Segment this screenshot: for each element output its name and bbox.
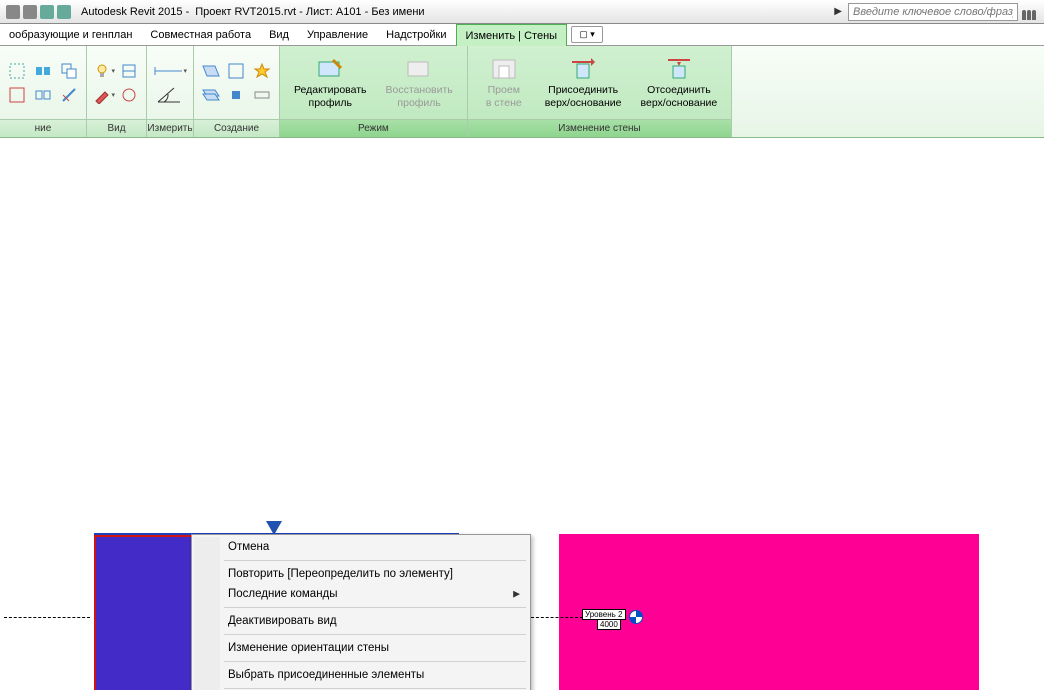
stack-icon[interactable] <box>200 84 222 106</box>
redo-icon[interactable] <box>57 5 71 19</box>
ribbon-panel-create: ние <box>0 46 87 137</box>
qat-icon[interactable] <box>23 5 37 19</box>
rib-icon[interactable] <box>118 60 140 82</box>
panel-title: Режим <box>280 119 467 137</box>
parallel-icon[interactable] <box>200 60 222 82</box>
ribbon-panel-create2: Создание <box>194 46 280 137</box>
lightbulb-icon[interactable]: ▾ <box>93 60 115 82</box>
context-menu: Отмена Повторить [Переопределить по элем… <box>191 534 531 690</box>
edit-profile-button[interactable]: Редактировать профиль <box>286 52 375 112</box>
undo-icon[interactable] <box>40 5 54 19</box>
cm-cancel[interactable]: Отмена <box>194 537 528 557</box>
title-bar: Autodesk Revit 2015 - Проект RVT2015.rvt… <box>0 0 1044 24</box>
rib-icon[interactable] <box>6 84 28 106</box>
tab-modify-walls[interactable]: Изменить | Стены <box>456 24 568 46</box>
tab-addins[interactable]: Надстройки <box>377 24 455 45</box>
panel-title: ние <box>0 119 86 137</box>
submenu-arrow-icon: ▶ <box>513 589 520 600</box>
rib-icon[interactable] <box>225 60 247 82</box>
panel-title: Измерить <box>147 119 193 137</box>
doc-name: Проект RVT2015.rvt - Лист: A101 - Без им… <box>195 6 424 18</box>
rib-icon[interactable] <box>32 60 54 82</box>
level-2-value[interactable]: 4000 <box>597 619 621 630</box>
cm-label: Последние команды <box>228 588 338 600</box>
level-marker-icon[interactable] <box>629 610 643 624</box>
drawing-canvas[interactable]: Уровень 2 4000 Уровень 1 2 Южный 1 : 100… <box>0 140 1044 690</box>
tab-collaborate[interactable]: Совместная работа <box>141 24 260 45</box>
ribbon-toggle[interactable]: ▢ ▾ <box>571 26 603 43</box>
rib-icon[interactable] <box>6 60 28 82</box>
rib-icon[interactable] <box>32 84 54 106</box>
edit-profile-icon <box>315 56 345 82</box>
reset-profile-button: Восстановить профиль <box>378 52 461 112</box>
cm-recent-commands[interactable]: Последние команды ▶ <box>194 584 528 604</box>
app-name: Autodesk Revit 2015 - <box>81 6 189 18</box>
btn-label: Проем в стене <box>486 84 522 108</box>
ribbon: ние ▾ ▾ Вид ▾ Измерить <box>0 46 1044 138</box>
cm-select-joined[interactable]: Выбрать присоединенные элементы <box>194 665 528 685</box>
title-arrow-icon: ▶ <box>834 6 842 17</box>
tab-view[interactable]: Вид <box>260 24 298 45</box>
rib-icon[interactable] <box>225 84 247 106</box>
search-input[interactable] <box>848 3 1018 21</box>
btn-label: Редактировать профиль <box>294 84 367 108</box>
rib-icon[interactable] <box>251 84 273 106</box>
ribbon-panel-mode: Редактировать профиль Восстановить профи… <box>280 46 468 137</box>
detach-icon <box>664 56 694 82</box>
star-icon[interactable] <box>251 60 273 82</box>
cm-deactivate-view[interactable]: Деактивировать вид <box>194 611 528 631</box>
menu-bar: ообразующие и генплан Совместная работа … <box>0 24 1044 46</box>
level-line <box>531 617 583 618</box>
cm-wall-orientation[interactable]: Изменение ориентации стены <box>194 638 528 658</box>
wall-opening-icon <box>489 56 519 82</box>
attach-topbase-button[interactable]: Присоединить верх/основание <box>537 52 630 112</box>
detach-topbase-button[interactable]: Отсоединить верх/основание <box>633 52 726 112</box>
attach-icon <box>568 56 598 82</box>
wall-opening-button: Проем в стене <box>474 52 534 112</box>
cm-repeat[interactable]: Повторить [Переопределить по элементу] <box>194 564 528 584</box>
angle-icon[interactable] <box>153 84 187 106</box>
rib-icon[interactable] <box>58 60 80 82</box>
rib-icon[interactable] <box>118 84 140 106</box>
brush-icon[interactable]: ▾ <box>93 84 115 106</box>
panel-title: Создание <box>194 119 279 137</box>
dimension-icon[interactable]: ▾ <box>153 60 187 82</box>
people-icon[interactable] <box>1022 4 1040 20</box>
ribbon-panel-wall-change: Проем в стене Присоединить верх/основани… <box>468 46 732 137</box>
reset-profile-icon <box>404 56 434 82</box>
tab-manage[interactable]: Управление <box>298 24 377 45</box>
panel-title: Изменение стены <box>468 119 731 137</box>
ribbon-panel-measure: ▾ Измерить <box>147 46 194 137</box>
btn-label: Отсоединить верх/основание <box>641 84 718 108</box>
ribbon-panel-view: ▾ ▾ Вид <box>87 46 147 137</box>
level-line <box>4 617 90 618</box>
qat-icon[interactable] <box>6 5 20 19</box>
btn-label: Присоединить верх/основание <box>545 84 622 108</box>
rib-icon[interactable] <box>58 84 80 106</box>
panel-title: Вид <box>87 119 146 137</box>
tab-massing[interactable]: ообразующие и генплан <box>0 24 141 45</box>
btn-label: Восстановить профиль <box>386 84 453 108</box>
